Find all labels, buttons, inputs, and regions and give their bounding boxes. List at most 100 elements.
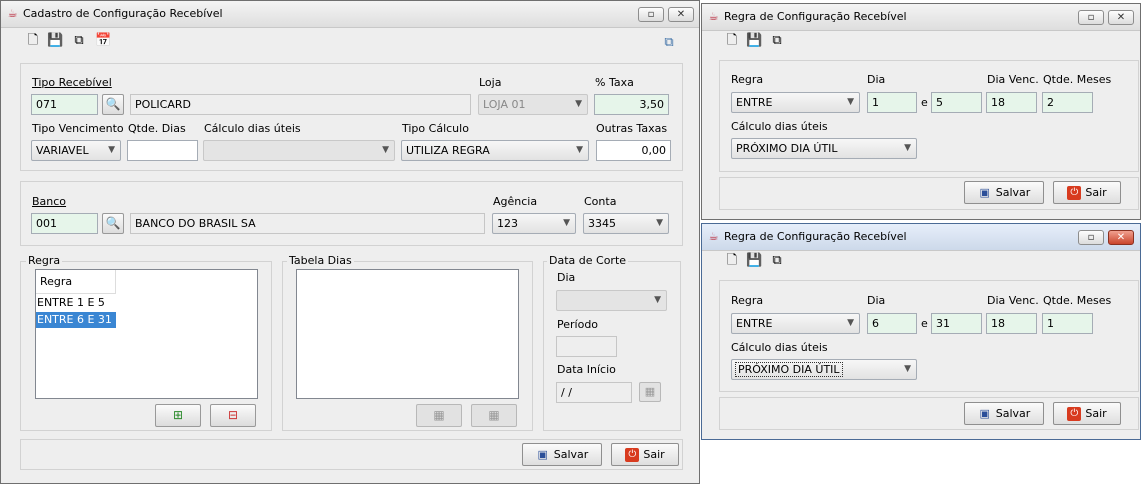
calculo-dias-uteis-select[interactable]: PRÓXIMO DIA ÚTIL ▼ xyxy=(731,359,917,380)
tipo-vencimento-label: Tipo Vencimento xyxy=(32,122,124,135)
regra-select[interactable]: ENTRE ▼ xyxy=(731,313,860,334)
save-button[interactable]: ▣ Salvar xyxy=(964,402,1044,425)
exit-button[interactable]: ⏻ Sair xyxy=(1053,181,1121,204)
add-regra-button[interactable]: ⊞ xyxy=(155,404,201,427)
regra-table[interactable]: Regra ENTRE 1 E 5 ENTRE 6 E 31 xyxy=(35,269,258,399)
tipo-calculo-label: Tipo Cálculo xyxy=(402,122,469,135)
save-button[interactable]: ▣ Salvar xyxy=(522,443,602,466)
regra-window-1-title: Regra de Configuração Recebível xyxy=(724,10,907,23)
banco-label: Banco xyxy=(32,195,67,208)
calculo-dias-uteis-value: PRÓXIMO DIA ÚTIL xyxy=(736,142,838,155)
qtde-meses-label: Qtde. Meses xyxy=(1043,294,1112,307)
regra-column-header[interactable]: Regra xyxy=(36,270,116,294)
tipo-calculo-select[interactable]: UTILIZA REGRA ▼ xyxy=(401,140,589,161)
regra-window-1-titlebar[interactable]: ☕ Regra de Configuração Recebível ▫ ✕ xyxy=(702,4,1140,31)
conta-label: Conta xyxy=(584,195,617,208)
table-row[interactable]: ENTRE 6 E 31 xyxy=(36,312,116,328)
conta-select[interactable]: 3345 ▼ xyxy=(583,213,669,234)
periodo-label: Período xyxy=(557,318,599,331)
data-corte-group-title: Data de Corte xyxy=(547,254,629,267)
regra-window-2: ☕ Regra de Configuração Recebível ▫ ✕ 🗋 … xyxy=(701,223,1141,440)
java-app-icon: ☕ xyxy=(7,7,18,20)
main-window: ☕ Cadastro de Configuração Recebível ▫ ✕… xyxy=(0,0,700,484)
close-button[interactable]: ✕ xyxy=(1108,10,1134,25)
tipo-recebivel-name-field: POLICARD xyxy=(130,94,471,115)
tabela-dias-list[interactable] xyxy=(296,269,519,399)
calculo-dias-uteis-label: Cálculo dias úteis xyxy=(204,122,301,135)
close-button[interactable]: ✕ xyxy=(1108,230,1134,245)
save-button[interactable]: ▣ Salvar xyxy=(964,181,1044,204)
loja-label: Loja xyxy=(479,76,502,89)
dia-label: Dia xyxy=(867,294,886,307)
remove-regra-button[interactable]: ⊟ xyxy=(210,404,256,427)
dia-select: ▼ xyxy=(556,290,667,311)
copy-icon[interactable]: ⧉ xyxy=(769,253,785,269)
dia-label: Dia xyxy=(867,73,886,86)
outras-taxas-field[interactable]: 0,00 xyxy=(596,140,671,161)
loja-value: LOJA 01 xyxy=(483,98,526,111)
regra-label: Regra xyxy=(731,73,764,86)
restore-button[interactable]: ▫ xyxy=(1078,10,1104,25)
search-banco-button[interactable]: 🔍 xyxy=(102,213,124,234)
e-label: e xyxy=(921,96,928,109)
dia-to-field[interactable]: 31 xyxy=(931,313,982,334)
taxa-label: % Taxa xyxy=(595,76,634,89)
taxa-field[interactable]: 3,50 xyxy=(594,94,669,115)
java-app-icon: ☕ xyxy=(708,10,719,23)
new-document-icon[interactable]: 🗋 xyxy=(724,253,740,269)
exit-button-label: Sair xyxy=(1085,407,1107,420)
dia-from-field[interactable]: 1 xyxy=(867,92,917,113)
dia-from-field[interactable]: 6 xyxy=(867,313,917,334)
save-icon[interactable]: 💾 xyxy=(746,253,762,269)
restore-button[interactable]: ▫ xyxy=(638,7,664,22)
dia-venc-field[interactable]: 18 xyxy=(986,313,1037,334)
regra-value: ENTRE xyxy=(736,96,773,109)
save-icon[interactable]: 💾 xyxy=(47,33,63,49)
calculo-dias-uteis-select[interactable]: PRÓXIMO DIA ÚTIL ▼ xyxy=(731,138,917,159)
regra-select[interactable]: ENTRE ▼ xyxy=(731,92,860,113)
calculo-dias-uteis-label: Cálculo dias úteis xyxy=(731,120,828,133)
exit-button[interactable]: ⏻ Sair xyxy=(611,443,679,466)
main-titlebar[interactable]: ☕ Cadastro de Configuração Recebível ▫ ✕ xyxy=(1,1,699,28)
dia-venc-field[interactable]: 18 xyxy=(986,92,1037,113)
calculo-dias-uteis-select: ▼ xyxy=(203,140,395,161)
agencia-select[interactable]: 123 ▼ xyxy=(492,213,576,234)
qtde-meses-field[interactable]: 2 xyxy=(1042,92,1093,113)
qtde-meses-field[interactable]: 1 xyxy=(1042,313,1093,334)
new-document-icon[interactable]: 🗋 xyxy=(724,33,740,49)
calendar-picker-icon: ▦ xyxy=(639,382,661,402)
search-tipo-recebivel-button[interactable]: 🔍 xyxy=(102,94,124,115)
close-button[interactable]: ✕ xyxy=(668,7,694,22)
windows-cascade-icon[interactable]: ⧉ xyxy=(661,35,677,51)
save-icon[interactable]: 💾 xyxy=(746,33,762,49)
qtde-dias-field[interactable] xyxy=(127,140,198,161)
table-row[interactable]: ENTRE 1 E 5 xyxy=(36,295,116,311)
banco-code-field[interactable]: 001 xyxy=(31,213,98,234)
dia-to-field[interactable]: 5 xyxy=(931,92,982,113)
exit-button-label: Sair xyxy=(643,448,665,461)
tipo-vencimento-select[interactable]: VARIAVEL ▼ xyxy=(31,140,121,161)
exit-button[interactable]: ⏻ Sair xyxy=(1053,402,1121,425)
floppy-icon: ▣ xyxy=(537,448,548,461)
add-dia-button: ▦ xyxy=(416,404,462,427)
tipo-recebivel-code-field[interactable]: 071 xyxy=(31,94,98,115)
copy-icon[interactable]: ⧉ xyxy=(769,33,785,49)
regra-window-2-titlebar[interactable]: ☕ Regra de Configuração Recebível ▫ ✕ xyxy=(702,224,1140,251)
calendar-icon[interactable]: 📅 xyxy=(95,33,111,49)
restore-button[interactable]: ▫ xyxy=(1078,230,1104,245)
periodo-field xyxy=(556,336,617,357)
java-app-icon: ☕ xyxy=(708,230,719,243)
dia-venc-label: Dia Venc. xyxy=(987,73,1039,86)
save-button-label: Salvar xyxy=(553,448,589,461)
floppy-icon: ▣ xyxy=(979,407,990,420)
regra-label: Regra xyxy=(731,294,764,307)
qtde-dias-label: Qtde. Dias xyxy=(128,122,186,135)
tipo-calculo-value: UTILIZA REGRA xyxy=(406,144,490,157)
save-button-label: Salvar xyxy=(995,407,1031,420)
outras-taxas-label: Outras Taxas xyxy=(596,122,668,135)
conta-value: 3345 xyxy=(588,217,616,230)
save-button-label: Salvar xyxy=(995,186,1031,199)
copy-icon[interactable]: ⧉ xyxy=(71,33,87,49)
calculo-dias-uteis-value: PRÓXIMO DIA ÚTIL xyxy=(735,362,843,377)
new-document-icon[interactable]: 🗋 xyxy=(25,33,41,49)
